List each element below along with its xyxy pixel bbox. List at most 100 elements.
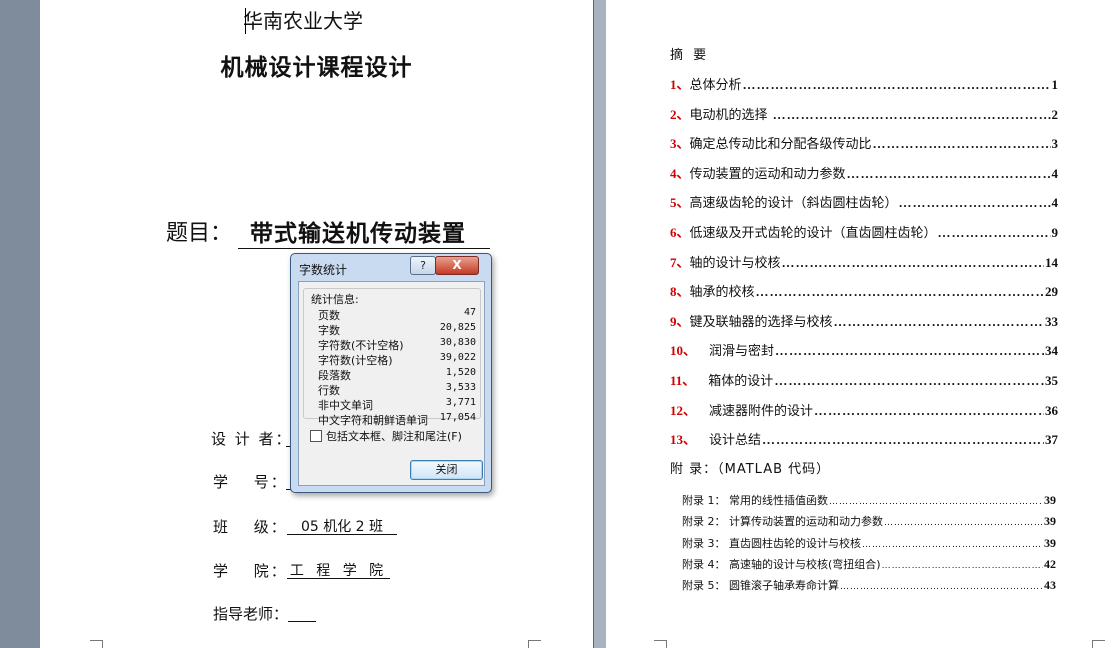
stat-label: 字符数(不计空格): [318, 339, 404, 352]
university-name: 华南农业大学: [243, 9, 363, 33]
topic-value: 带式输送机传动装置: [238, 214, 490, 249]
toc-entry-page: 9: [1051, 225, 1059, 240]
toc-entry-title: 确定总传动比和分配各级传动比: [689, 137, 872, 153]
stat-value: 47: [463, 307, 476, 318]
margin-corner-mark: [528, 640, 541, 648]
stat-row: 字符数(计空格) 39,022: [318, 352, 480, 367]
stat-value: 39,022: [439, 352, 476, 363]
toc-entry-number: 9、: [670, 313, 690, 329]
field-value-advisor: [288, 603, 316, 622]
word-count-dialog[interactable]: 字数统计 ? X 统计信息: 页数 47 字数 20,825 字符数(不计空格) 30,8…: [290, 253, 492, 493]
toc-entry-title: 电动机的选择: [689, 107, 772, 123]
course-title: 机械设计课程设计: [220, 55, 413, 81]
document-page-toc[interactable]: 摘 要 1、总体分析…………………………………………………………………………………: [606, 0, 1118, 648]
stat-row: 非中文单词 3,771: [318, 397, 480, 412]
toc-entry[interactable]: 6、低速级及开式齿轮的设计（直齿圆柱齿轮）……………………………………………………: [670, 222, 1058, 241]
include-textboxes-label[interactable]: 包括文本框、脚注和尾注(F): [326, 428, 462, 444]
field-value-college: 工 程 学 院: [287, 560, 390, 579]
toc-entry-title: 传动装置的运动和动力参数: [689, 166, 846, 182]
stat-row: 字数 20,825: [318, 322, 480, 337]
toc-entry[interactable]: 8、轴承的校核…………………………………………………………………………………………: [670, 281, 1058, 300]
statistics-group: 统计信息: 页数 47 字数 20,825 字符数(不计空格) 30,830 字符数(计空格…: [303, 288, 481, 427]
toc-entry-number: 11、: [670, 373, 709, 388]
toc-leader-dots: ……………………………………………………………………………………………………………: [774, 373, 1044, 388]
toc-entry-title: 减速器附件的设计: [709, 403, 814, 419]
toc-entry-title: 箱体的设计: [708, 374, 774, 389]
field-label-advisor: 指导老师：: [213, 605, 289, 623]
toc-entry[interactable]: 4、传动装置的运动和动力参数………………………………………………………………………: [670, 163, 1058, 182]
appendix-entry[interactable]: 附录 2： 计算传动装置的运动和动力参数………………………………………………………: [682, 513, 1056, 529]
toc-entry[interactable]: 2、电动机的选择 ……………………………………………………………………………………: [670, 104, 1058, 123]
close-icon[interactable]: X: [435, 256, 479, 275]
toc-entry-page: 2: [1051, 106, 1059, 122]
toc-entry-number: 7、: [670, 254, 690, 270]
toc-leader-dots: ……………………………………………………………………………………………………………: [884, 517, 1043, 528]
stat-value: 30,830: [439, 337, 476, 348]
appendix-entry-title: 附录 1： 常用的线性插值函数: [682, 494, 828, 507]
toc-leader-dots: ……………………………………………………………………………………………………………: [755, 284, 1044, 300]
close-button[interactable]: 关闭: [410, 460, 483, 480]
toc-leader-dots: ……………………………………………………………………………………………………………: [937, 225, 1051, 240]
field-label-designer: 设 计 者：: [211, 430, 293, 448]
toc-leader-dots: ……………………………………………………………………………………………………………: [772, 106, 1051, 122]
margin-corner-mark: [654, 640, 667, 648]
appendix-entry-page: 39: [1044, 514, 1056, 529]
toc-leader-dots: ……………………………………………………………………………………………………………: [781, 254, 1044, 270]
toc-entry[interactable]: 11、 箱体的设计……………………………………………………………………………………: [670, 370, 1058, 389]
appendix-entry[interactable]: 附录 3： 直齿圆柱齿轮的设计与校核……………………………………………………………: [682, 535, 1056, 551]
toc-leader-dots: ……………………………………………………………………………………………………………: [814, 402, 1044, 418]
appendix-entry[interactable]: 附录 1： 常用的线性插值函数……………………………………………………………………: [682, 492, 1056, 508]
toc-leader-dots: ……………………………………………………………………………………………………………: [775, 343, 1044, 359]
toc-entry-page: 4: [1051, 195, 1059, 211]
toc-leader-dots: ……………………………………………………………………………………………………………: [862, 538, 1043, 549]
text-cursor: [245, 8, 246, 34]
stat-row: 页数 47: [318, 307, 480, 322]
toc-entry-title: 总体分析: [689, 78, 742, 93]
field-label-class: 班 级：: [213, 518, 288, 536]
toc-entry-title: 高速级齿轮的设计（斜齿圆柱齿轮）: [689, 196, 898, 212]
appendix-entry[interactable]: 附录 5： 圆锥滚子轴承寿命计算…………………………………………………………………: [682, 577, 1056, 593]
toc-entry[interactable]: 7、轴的设计与校核……………………………………………………………………………………: [670, 252, 1058, 271]
toc-entry-page: 34: [1045, 343, 1058, 359]
toc-leader-dots: ……………………………………………………………………………………………………………: [840, 581, 1043, 592]
stat-value: 17,054: [439, 412, 476, 423]
dialog-title: 字数统计: [299, 263, 348, 277]
stat-value: 3,533: [445, 382, 476, 393]
appendix-entry-title: 附录 2： 计算传动装置的运动和动力参数: [682, 515, 883, 529]
toc-entry-title: 键及联轴器的选择与校核: [689, 314, 833, 330]
toc-entry-page: 1: [1051, 77, 1059, 92]
toc-leader-dots: ……………………………………………………………………………………………………………: [833, 313, 1044, 329]
dialog-body: 统计信息: 页数 47 字数 20,825 字符数(不计空格) 30,830 字符数(计空格…: [298, 281, 485, 486]
toc-entry[interactable]: 3、确定总传动比和分配各级传动比…………………………………………………………………: [670, 133, 1058, 152]
toc-entry[interactable]: 13、 设计总结………………………………………………………………………………………: [670, 429, 1058, 448]
appendix-entry-page: 39: [1044, 535, 1056, 550]
toc-entry[interactable]: 1、总体分析……………………………………………………………………………………………: [670, 74, 1058, 93]
appendix-entry-title: 附录 5： 圆锥滚子轴承寿命计算: [682, 579, 839, 593]
toc-entry-number: 1、: [670, 77, 690, 92]
include-textboxes-checkbox[interactable]: [310, 430, 322, 442]
field-label-college: 学 院：: [213, 562, 288, 580]
stat-label: 字数: [318, 324, 340, 337]
toc-entry-title: 轴的设计与校核: [689, 255, 781, 271]
stat-value: 3,771: [445, 397, 476, 408]
stat-row: 段落数 1,520: [318, 367, 480, 382]
appendix-entry-page: 39: [1044, 493, 1056, 507]
statistics-group-label: 统计信息:: [310, 291, 360, 307]
appendix-entry[interactable]: 附录 4： 高速轴的设计与校核(弯扭组合)……………………………………………………: [682, 556, 1056, 572]
help-button[interactable]: ?: [410, 256, 436, 275]
toc-entry[interactable]: 5、高速级齿轮的设计（斜齿圆柱齿轮）……………………………………………………………: [670, 192, 1058, 211]
toc-leader-dots: ……………………………………………………………………………………………………………: [881, 559, 1043, 570]
toc-entry-page: 35: [1045, 373, 1058, 388]
stat-row: 中文字符和朝鲜语单词 17,054: [318, 412, 480, 427]
toc-entry[interactable]: 12、 减速器附件的设计……………………………………………………………………………: [670, 400, 1058, 419]
margin-corner-mark: [1092, 640, 1105, 648]
toc-entry-number: 6、: [670, 225, 690, 240]
toc-entry[interactable]: 9、键及联轴器的选择与校核…………………………………………………………………………: [670, 311, 1058, 330]
toc-entry-title: 润滑与密封: [709, 344, 775, 360]
toc-entry[interactable]: 10、 润滑与密封……………………………………………………………………………………: [670, 340, 1058, 359]
toc-leader-dots: ……………………………………………………………………………………………………………: [898, 195, 1051, 211]
toc-entry-page: 36: [1045, 402, 1058, 418]
toc-entry-page: 4: [1051, 165, 1059, 181]
toc-leader-dots: ……………………………………………………………………………………………………………: [742, 77, 1051, 92]
toc-entry-title: 轴承的校核: [689, 285, 755, 301]
